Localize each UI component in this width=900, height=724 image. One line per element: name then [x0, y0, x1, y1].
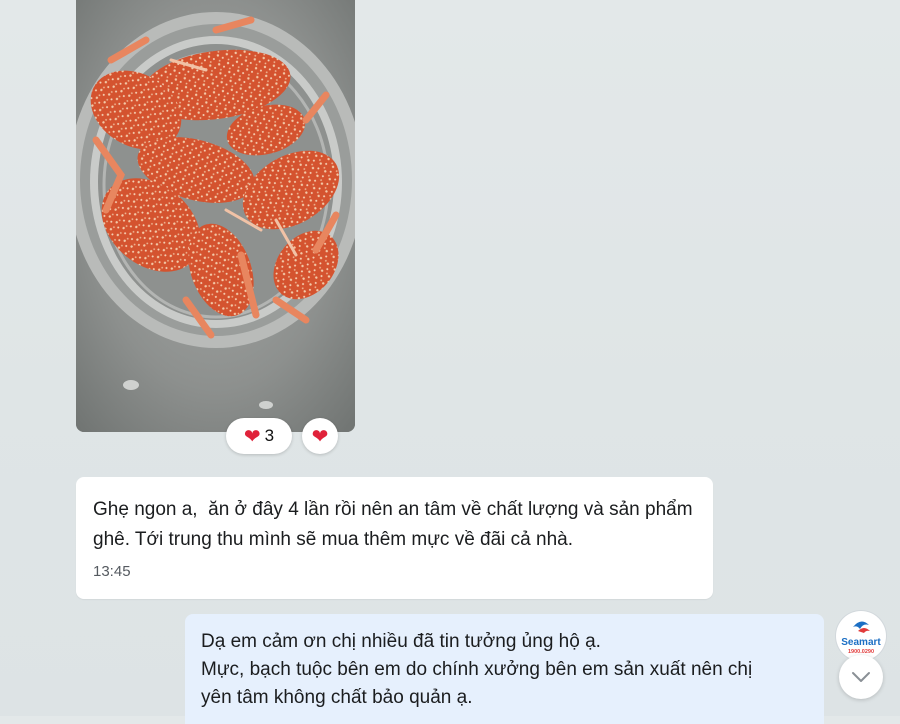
message-text: Ghẹ ngon a, ăn ở đây 4 lần rồi nên an tâ… — [93, 499, 698, 550]
reaction-summary[interactable]: ❤ 3 — [226, 418, 292, 454]
brand-name: Seamart — [841, 637, 881, 648]
crab-photo — [76, 0, 355, 432]
chevron-down-icon — [852, 672, 870, 682]
outgoing-message-bubble[interactable]: Dạ em cảm ơn chị nhiều đã tin tưởng ủng … — [185, 614, 824, 724]
photo-message[interactable] — [76, 0, 355, 432]
message-timestamp: 13:45 — [93, 563, 131, 580]
react-button[interactable]: ❤ — [302, 418, 338, 454]
message-line: Mực, bạch tuộc bên em do chính xưởng bên… — [201, 659, 753, 680]
heart-icon: ❤ — [243, 424, 261, 448]
seamart-logo: Seamart 1900.0290 — [841, 621, 881, 655]
reaction-count: 3 — [264, 426, 275, 445]
incoming-message-bubble[interactable]: Ghẹ ngon a, ăn ở đây 4 lần rồi nên an tâ… — [76, 477, 713, 599]
scroll-to-bottom-button[interactable] — [839, 655, 883, 699]
avatar[interactable]: Seamart 1900.0290 — [836, 611, 886, 661]
message-line: yên tâm không chất bảo quản ạ. — [201, 687, 473, 708]
heart-icon: ❤ — [311, 424, 329, 448]
message-line: Dạ em cảm ơn chị nhiều đã tin tưởng ủng … — [201, 631, 601, 652]
